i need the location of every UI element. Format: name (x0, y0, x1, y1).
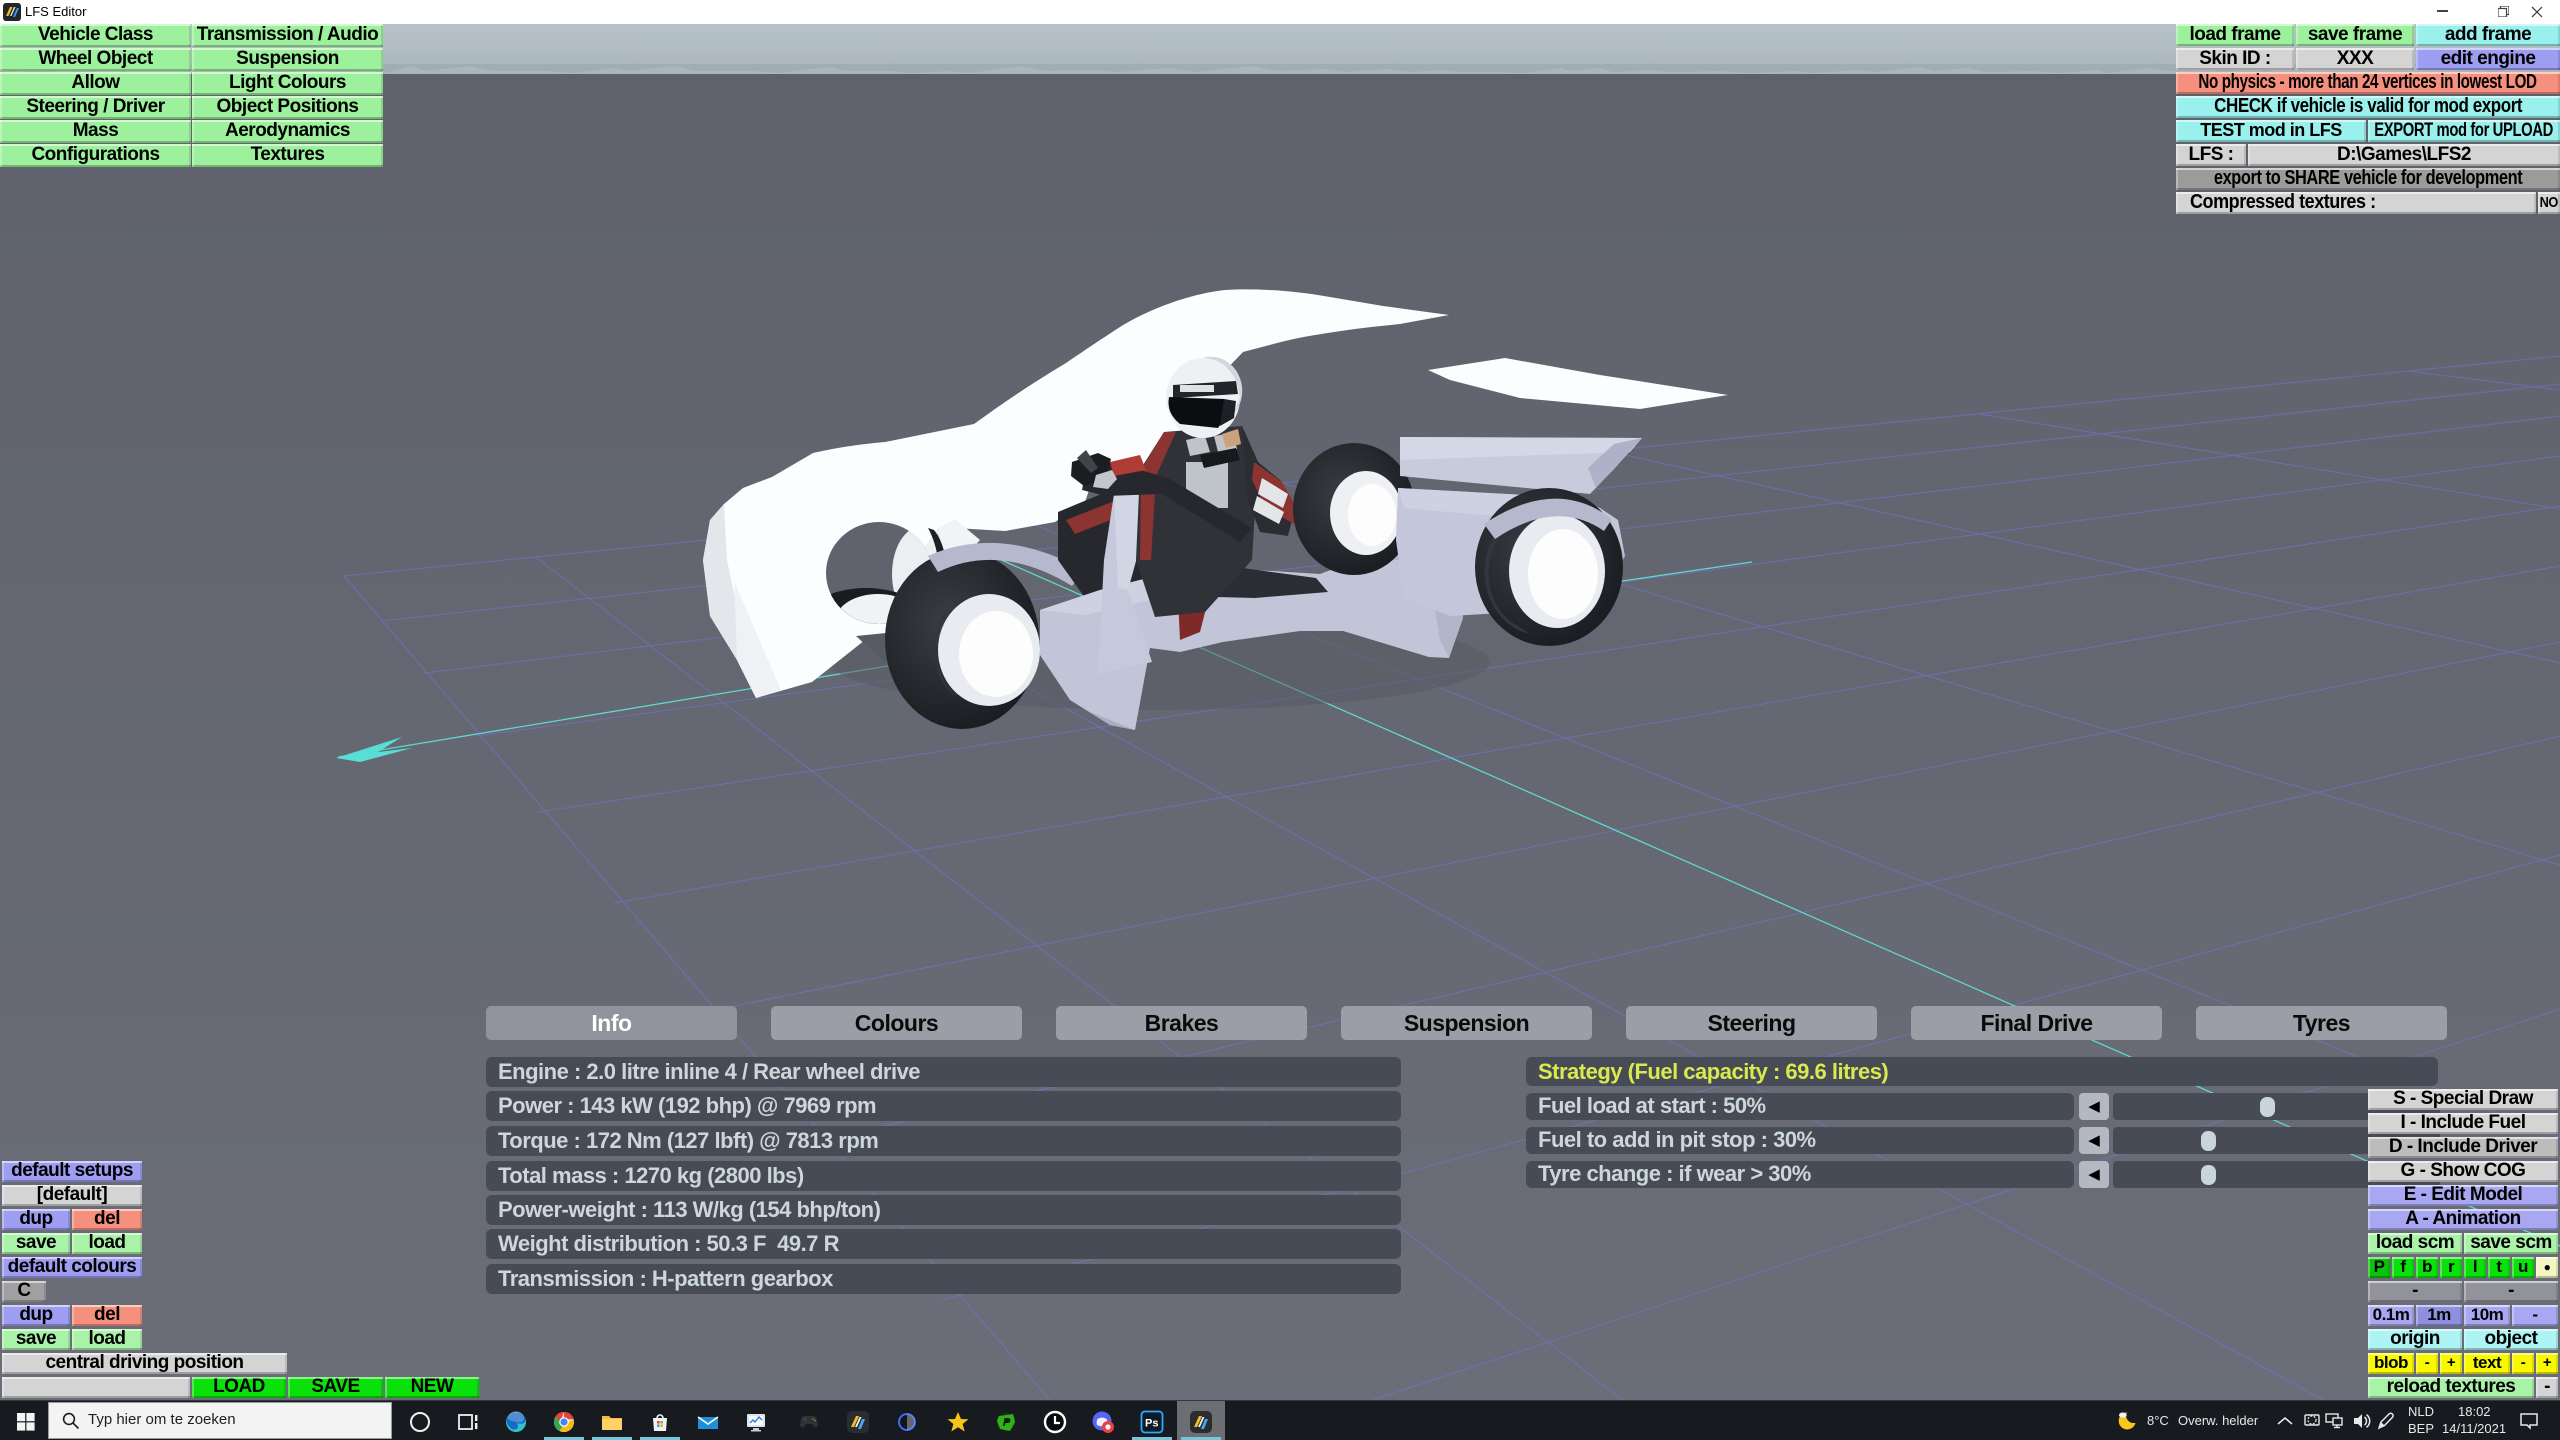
svg-text:Ps: Ps (1145, 1418, 1158, 1430)
